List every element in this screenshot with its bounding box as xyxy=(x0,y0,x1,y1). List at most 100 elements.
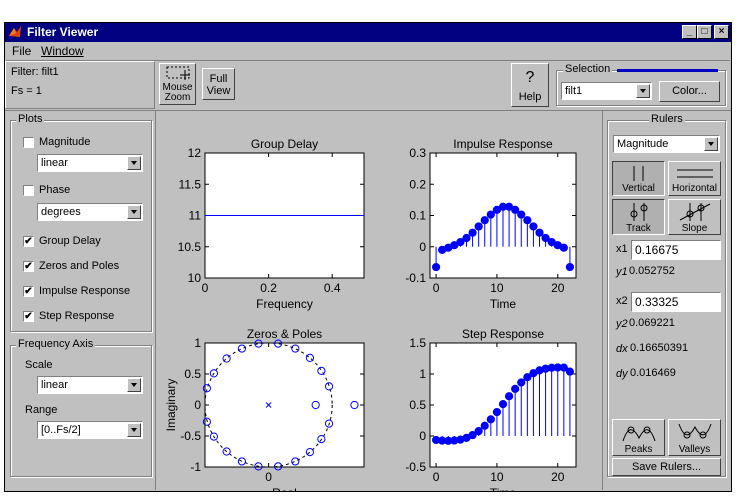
y-tick-label: 10.5 xyxy=(178,240,202,254)
ruler-mode-dropdown[interactable]: Magnitude xyxy=(613,135,720,153)
stem-marker xyxy=(486,415,495,424)
magnitude-label: Magnitude xyxy=(39,136,91,148)
frequency-scale-value: linear xyxy=(41,379,68,391)
menu-window[interactable]: Window xyxy=(41,44,84,58)
frequency-scale-dropdown[interactable]: linear xyxy=(37,376,143,394)
y-tick-label: 0.5 xyxy=(184,367,201,381)
stem-marker xyxy=(480,421,489,430)
ruler-mode-value: Magnitude xyxy=(617,138,669,150)
y-tick-label: -1 xyxy=(190,460,201,474)
stem-marker xyxy=(517,378,526,387)
stem-marker xyxy=(565,367,575,376)
magnitude-scale-value: linear xyxy=(41,157,68,169)
track-button[interactable]: Track xyxy=(612,199,665,235)
phase-label: Phase xyxy=(39,184,71,196)
y-tick-label: 11.5 xyxy=(179,177,202,191)
close-button[interactable]: × xyxy=(714,25,729,39)
x-axis-label: Frequency xyxy=(256,297,313,311)
maximize-button[interactable]: □ xyxy=(697,25,712,39)
help-button[interactable]: ? Help xyxy=(511,63,549,107)
y-tick-label: 0 xyxy=(419,429,426,443)
impulse-response-axes: Impulse Response Time 0 10 20 -0.1 0 0.1 0.2 0.3 xyxy=(405,137,577,311)
x2-field[interactable]: 0.33325 xyxy=(631,292,721,312)
close-icon: × xyxy=(718,26,725,37)
y2-label: y2 xyxy=(616,318,628,330)
x1-field[interactable]: 0.16675 xyxy=(631,240,721,260)
dx-label: dx xyxy=(616,343,628,355)
stem-marker xyxy=(492,407,502,417)
maximize-icon: □ xyxy=(701,26,708,37)
plot-title: Zeros & Poles xyxy=(247,327,322,341)
scale-label: Scale xyxy=(25,359,53,371)
stem-marker xyxy=(431,262,441,272)
impulse-response-checkbox[interactable]: ✔ xyxy=(23,286,34,297)
x-tick-label: 0.4 xyxy=(324,281,341,295)
zoom-crosshair-icon xyxy=(166,66,190,80)
dx-value: 0.16650391 xyxy=(630,342,689,354)
rulers-title: Rulers xyxy=(649,113,685,125)
zeros-poles-checkbox[interactable]: ✔ xyxy=(23,261,34,272)
x-tick-label: 10 xyxy=(490,281,504,295)
selection-group: Selection filt1 Color... xyxy=(556,63,726,106)
plots-group: Plots Magnitude linear Phase degrees ✔ G… xyxy=(10,113,152,332)
y-tick-label: 10 xyxy=(188,271,202,285)
full-view-button[interactable]: Full View xyxy=(202,68,235,100)
phase-units-value: degrees xyxy=(41,206,81,218)
y-tick-label: -0.5 xyxy=(405,460,426,474)
stem-marker xyxy=(517,210,526,219)
x-tick-label: 0 xyxy=(265,470,272,484)
x-tick-label: 10 xyxy=(490,470,504,484)
y-tick-label: 0.1 xyxy=(409,209,426,223)
x2-label: x2 xyxy=(616,295,628,307)
y-tick-label: 0 xyxy=(194,398,201,412)
horizontal-rulers-button[interactable]: Horizontal xyxy=(668,161,721,196)
x-axis-label: Time xyxy=(490,297,517,311)
group-delay-label: Group Delay xyxy=(39,235,101,247)
zeros-poles-axes: Zeros & Poles Real Imaginary 0 -1 -0.5 0 0.5 1 xyxy=(164,327,365,491)
plot-title: Impulse Response xyxy=(453,137,553,151)
x-tick-label: 0 xyxy=(433,470,440,484)
y1-label: y1 xyxy=(616,266,628,278)
stem-marker xyxy=(498,400,508,409)
save-rulers-button[interactable]: Save Rulers... xyxy=(612,458,721,476)
frequency-range-dropdown[interactable]: [0..Fs/2] xyxy=(37,421,143,439)
magnitude-checkbox[interactable] xyxy=(23,137,34,148)
valleys-label: Valleys xyxy=(678,444,711,455)
group-delay-checkbox[interactable]: ✔ xyxy=(23,236,34,247)
color-button[interactable]: Color... xyxy=(659,81,720,102)
chevron-down-icon xyxy=(704,137,718,151)
y-tick-label: 1.5 xyxy=(409,336,426,350)
help-label: Help xyxy=(518,91,542,103)
magnitude-scale-dropdown[interactable]: linear xyxy=(37,154,143,172)
horizontal-lines-icon xyxy=(677,169,713,178)
stem-marker xyxy=(474,222,483,231)
x-tick-label: 20 xyxy=(551,281,565,295)
frequency-axis-title: Frequency Axis xyxy=(16,338,96,350)
minimize-button[interactable]: _ xyxy=(682,25,697,39)
stem-marker xyxy=(468,228,477,237)
window-title: Filter Viewer xyxy=(27,25,99,39)
y2-value: 0.069221 xyxy=(629,317,675,329)
full-view-label-2: View xyxy=(206,85,231,97)
dy-label: dy xyxy=(616,368,628,380)
chevron-down-icon xyxy=(127,205,141,219)
menu-bar: File Window xyxy=(5,42,731,60)
selection-value: filt1 xyxy=(565,85,583,97)
vertical-rulers-button[interactable]: Vertical xyxy=(612,161,665,196)
menu-file[interactable]: File xyxy=(12,44,31,58)
mouse-zoom-button[interactable]: Mouse Zoom xyxy=(159,63,196,105)
selection-dropdown[interactable]: filt1 xyxy=(561,82,652,100)
slope-icon xyxy=(679,203,711,221)
title-bar[interactable]: Filter Viewer _ □ × xyxy=(5,23,731,42)
slope-label: Slope xyxy=(681,223,708,234)
valleys-button[interactable]: Valleys xyxy=(668,419,721,456)
y-tick-label: 1 xyxy=(194,336,201,350)
phase-units-dropdown[interactable]: degrees xyxy=(37,203,143,221)
x-tick-label: 0.2 xyxy=(260,281,277,295)
slope-button[interactable]: Slope xyxy=(668,199,721,235)
peaks-button[interactable]: Peaks xyxy=(612,419,665,456)
phase-checkbox[interactable] xyxy=(23,185,34,196)
checkmark-icon: ✔ xyxy=(24,236,33,247)
step-response-checkbox[interactable]: ✔ xyxy=(23,311,34,322)
mouse-zoom-label-2: Zoom xyxy=(164,92,191,103)
